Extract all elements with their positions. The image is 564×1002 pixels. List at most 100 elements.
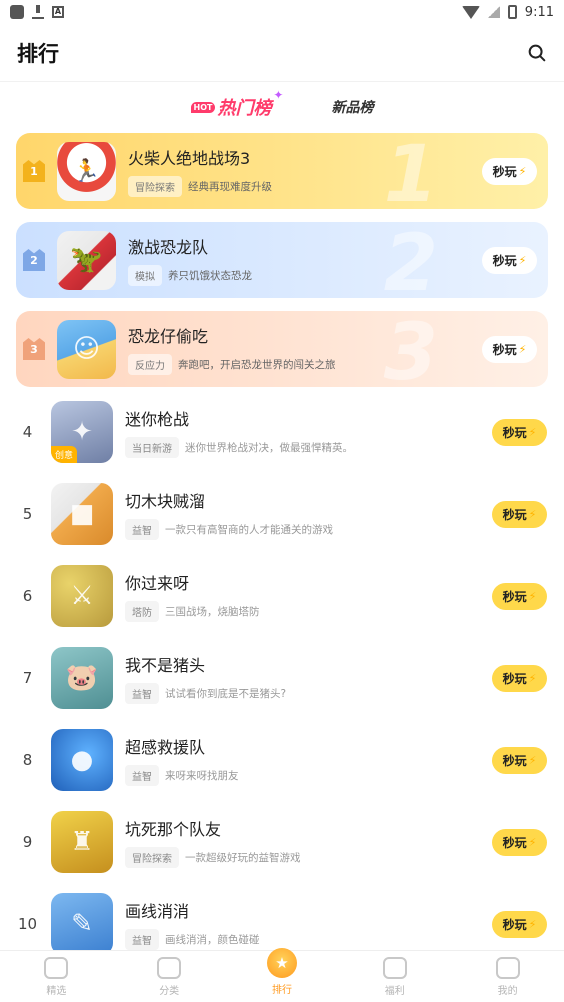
bolt-icon: ⚡ (528, 671, 537, 685)
game-icon: ♜ (51, 811, 113, 873)
game-icon: ☺ (57, 319, 116, 379)
game-icon: ✦ 创意 (51, 401, 113, 463)
search-icon[interactable] (526, 42, 548, 64)
game-icon: ⚔ (51, 565, 113, 627)
game-tag: 冒险探索 (128, 176, 182, 197)
play-button[interactable]: 秒玩 ⚡ (482, 335, 537, 363)
stick-figure-icon: ✎ (71, 909, 93, 939)
bolt-icon: ⚡ (528, 425, 537, 439)
rank-watermark: 2 (383, 222, 438, 298)
game-icon: ● (51, 729, 113, 791)
nav-welfare[interactable]: 福利 (338, 951, 451, 1002)
bolt-icon: ⚡ (528, 507, 537, 521)
list-item[interactable]: 8 ● 超感救援队 益智 来呀来呀找朋友 秒玩 ⚡ (0, 727, 564, 793)
game-tag: 益智 (125, 519, 159, 540)
soldiers-icon: ⚔ (70, 581, 94, 611)
game-desc: 经典再现难度升级 (188, 181, 272, 193)
tab-new-label: 新品榜 (331, 100, 374, 116)
play-label: 秒玩 (502, 425, 527, 440)
nav-label: 福利 (384, 985, 405, 997)
play-button[interactable]: 秒玩 ⚡ (492, 418, 547, 446)
bolt-icon: ⚡ (518, 342, 527, 356)
rank-number: 6 (22, 587, 33, 605)
play-label: 秒玩 (502, 835, 527, 850)
game-tag: 益智 (125, 683, 159, 704)
play-button[interactable]: 秒玩 ⚡ (492, 500, 547, 528)
tab-new[interactable]: 新品榜 (331, 97, 373, 117)
play-label: 秒玩 (502, 753, 527, 768)
bolt-icon: ⚡ (528, 753, 537, 767)
app-notification-icon (10, 5, 24, 19)
game-name: 坑死那个队友 (125, 820, 222, 839)
list-item[interactable]: 4 ✦ 创意 迷你枪战 当日新游 迷你世界枪战对决，做最强悍精英。 秒玩 ⚡ (0, 399, 564, 465)
download-icon (32, 5, 44, 19)
dinosaur-icon: 🦖 (70, 245, 103, 275)
crown-rank-icon: 3 (23, 338, 45, 360)
page-title: 排行 (17, 41, 59, 66)
bolt-icon: ⚡ (518, 253, 527, 267)
character-icon: ✦ (71, 417, 93, 447)
game-name: 我不是猪头 (125, 656, 206, 675)
rank-watermark: 1 (383, 133, 438, 209)
crown-rank-icon: 2 (23, 249, 45, 271)
game-icon: ✎ (51, 893, 113, 955)
nav-label: 分类 (159, 985, 180, 997)
game-desc: 奔跑吧，开启恐龙世界的闯关之旅 (178, 359, 336, 371)
play-button[interactable]: 秒玩 ⚡ (482, 157, 537, 185)
game-desc: 三国战场，烧脑塔防 (165, 606, 260, 618)
play-button[interactable]: 秒玩 ⚡ (482, 246, 537, 274)
play-label: 秒玩 (492, 164, 517, 179)
status-time: 9:11 (524, 4, 554, 20)
signal-icon (487, 6, 500, 18)
nav-profile[interactable]: 我的 (451, 951, 564, 1002)
game-name: 画线消消 (125, 902, 190, 921)
profile-icon (495, 956, 520, 979)
play-button[interactable]: 秒玩 ⚡ (492, 582, 547, 610)
nav-featured[interactable]: 精选 (0, 951, 113, 1002)
rank-number: 10 (17, 915, 38, 933)
tab-hot[interactable]: HOT 热门榜 ✦ (190, 88, 283, 120)
bolt-icon: ⚡ (528, 835, 537, 849)
sparkle-icon: ✦ (273, 88, 284, 102)
game-tag: 当日新游 (125, 437, 179, 458)
top-card[interactable]: 1 1 🏃 火柴人绝地战场3 冒险探索 经典再现难度升级 秒玩 ⚡ (16, 133, 548, 209)
play-label: 秒玩 (502, 589, 527, 604)
list-item[interactable]: 6 ⚔ 你过来呀 塔防 三国战场，烧脑塔防 秒玩 ⚡ (0, 563, 564, 629)
bolt-icon: ⚡ (518, 164, 527, 178)
rank-number: 9 (22, 833, 33, 851)
play-button[interactable]: 秒玩 ⚡ (492, 828, 547, 856)
list-item[interactable]: 9 ♜ 坑死那个队友 冒险探索 一款超级好玩的益智游戏 秒玩 ⚡ (0, 809, 564, 875)
rank-number: 4 (22, 423, 33, 441)
wifi-icon (461, 5, 480, 19)
list-item[interactable]: 5 ■ 切木块贼溜 益智 一款只有高智商的人才能通关的游戏 秒玩 ⚡ (0, 481, 564, 547)
font-icon: A (52, 6, 64, 18)
game-name: 迷你枪战 (125, 410, 190, 429)
top-card[interactable]: 3 3 ☺ 恐龙仔偷吃 反应力 奔跑吧，开启恐龙世界的闯关之旅 秒玩 ⚡ (16, 311, 548, 387)
nav-label: 我的 (497, 985, 518, 997)
game-name: 切木块贼溜 (125, 492, 206, 511)
play-label: 秒玩 (492, 253, 517, 268)
rank-watermark: 3 (383, 311, 438, 387)
folder-icon (157, 956, 182, 979)
game-desc: 一款超级好玩的益智游戏 (185, 852, 301, 864)
play-button[interactable]: 秒玩 ⚡ (492, 746, 547, 774)
nav-label: 排行 (271, 984, 292, 996)
stickman-icon: 🏃 (72, 158, 101, 184)
battery-icon (507, 5, 517, 19)
character-icon: ☺ (72, 334, 101, 364)
colored-balls-icon: ● (70, 745, 94, 775)
top-card[interactable]: 2 2 🦖 激战恐龙队 模拟 养只饥饿状态恐龙 秒玩 ⚡ (16, 222, 548, 298)
game-tag: 反应力 (128, 354, 172, 375)
game-tag: 模拟 (128, 265, 162, 286)
tab-hot-label: 热门榜 (217, 98, 272, 119)
nav-category[interactable]: 分类 (113, 951, 226, 1002)
rank-number: 5 (22, 505, 33, 523)
crown-rank-icon: 1 (23, 160, 45, 182)
game-icon: 🐷 (51, 647, 113, 709)
creative-badge: 创意 (51, 446, 78, 463)
play-button[interactable]: 秒玩 ⚡ (492, 910, 547, 938)
nav-ranking[interactable]: ★ 排行 (226, 947, 339, 1002)
list-item[interactable]: 7 🐷 我不是猪头 益智 试试看你到底是不是猪头? 秒玩 ⚡ (0, 645, 564, 711)
play-label: 秒玩 (502, 507, 527, 522)
play-button[interactable]: 秒玩 ⚡ (492, 664, 547, 692)
